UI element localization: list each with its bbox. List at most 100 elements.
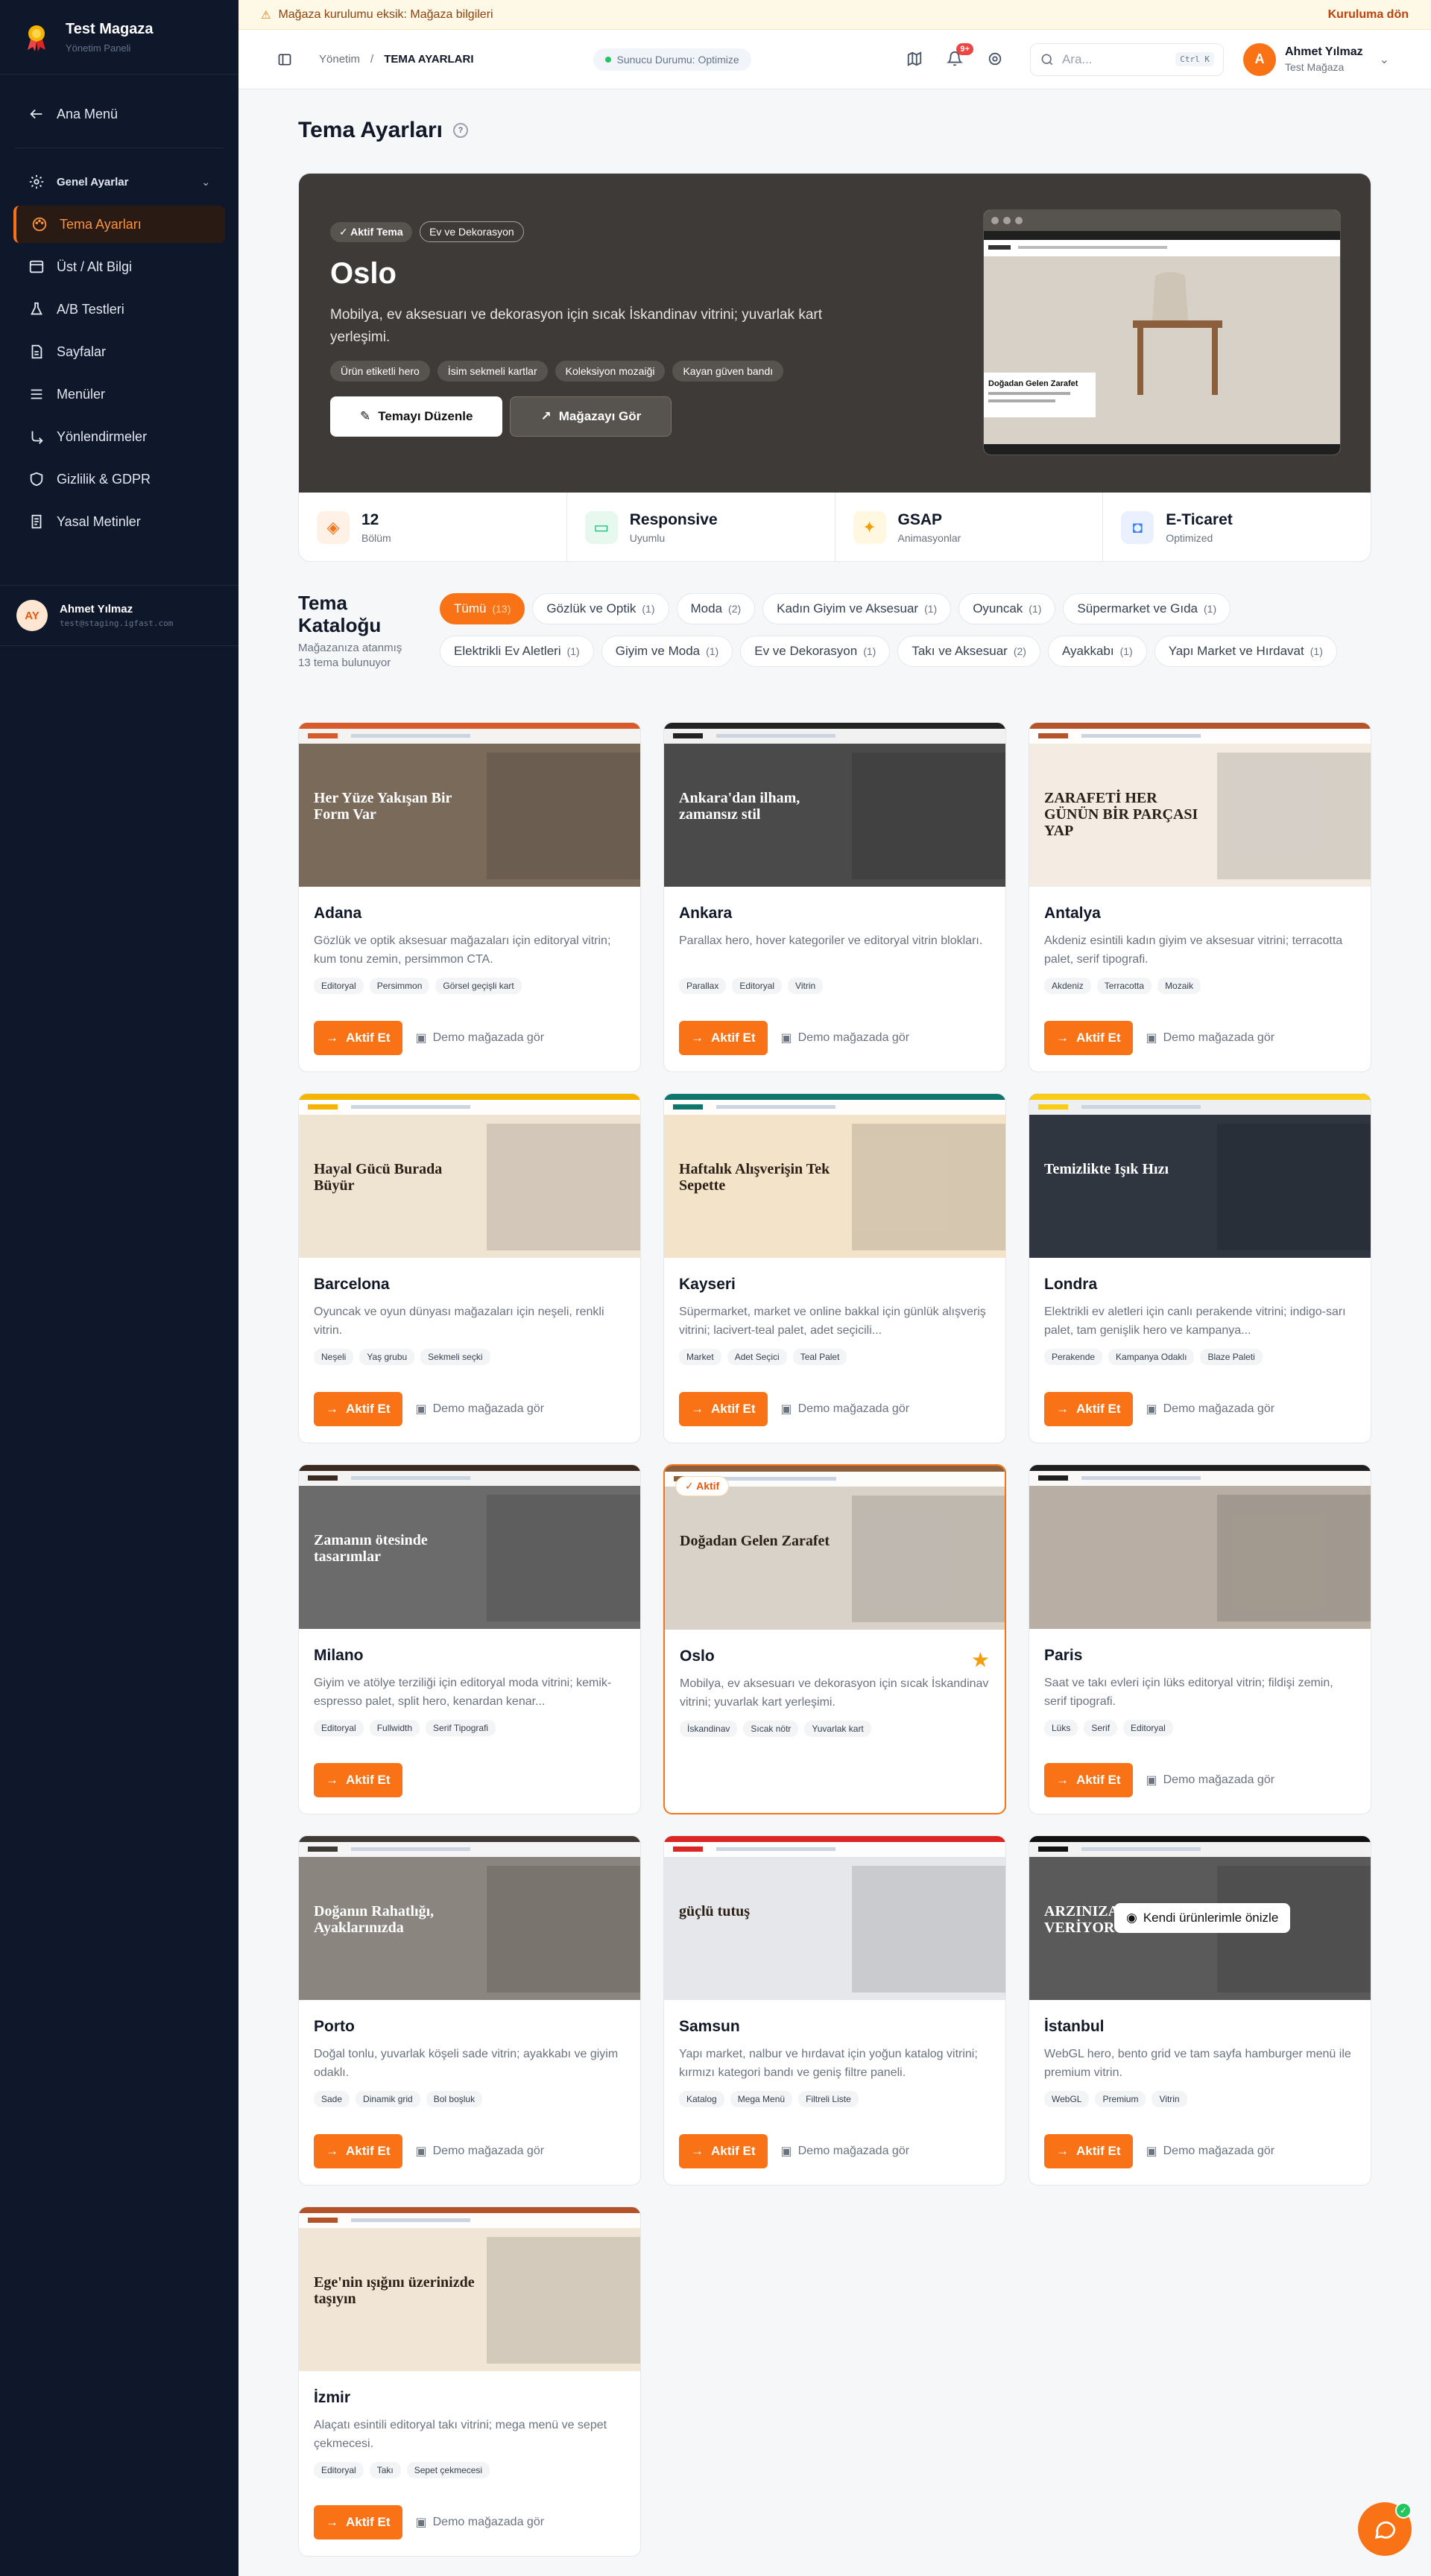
sidebar-item-1[interactable]: Tema Ayarları bbox=[13, 206, 225, 243]
theme-card[interactable]: güçlü tutuş Samsun Yapı market, nalbur ve … bbox=[663, 1835, 1006, 2186]
activate-theme-button[interactable]: → Aktif Et bbox=[314, 2134, 402, 2168]
filter-chip[interactable]: Elektrikli Ev Aletleri (1) bbox=[440, 636, 594, 667]
activate-theme-button[interactable]: → Aktif Et bbox=[679, 1392, 768, 1426]
filter-chip[interactable]: Giyim ve Moda (1) bbox=[601, 636, 733, 667]
banner-cta-link[interactable]: Kuruluma dön bbox=[1328, 8, 1409, 22]
theme-card[interactable]: Hayal Gücü Burada Büyür Barcelona Oyuncak … bbox=[298, 1093, 641, 1443]
theme-card[interactable]: ZARAFETİ HER GÜNÜN BİR PARÇASI YAP Antaly… bbox=[1029, 722, 1371, 1072]
breadcrumb-root[interactable]: Yönetim bbox=[319, 53, 360, 66]
filter-chip[interactable]: Takı ve Aksesuar (2) bbox=[897, 636, 1040, 667]
eye-icon: ◉ bbox=[1126, 1911, 1137, 1925]
preview-own-products-button[interactable]: ◉ Kendi ürünlerimle önizle bbox=[1114, 1903, 1291, 1933]
search-input[interactable]: Ara... Ctrl K bbox=[1029, 42, 1224, 76]
pencil-icon: ✎ bbox=[360, 409, 371, 423]
card-actions: → Aktif Et ▣ Demo mağazada gör bbox=[314, 2134, 625, 2168]
activate-theme-button[interactable]: → Aktif Et bbox=[1044, 1021, 1133, 1055]
activate-theme-button[interactable]: → Aktif Et bbox=[314, 2505, 402, 2539]
page-title-text: Tema Ayarları bbox=[298, 118, 443, 142]
sidebar-toggle-icon[interactable] bbox=[277, 52, 292, 67]
theme-name: İzmir bbox=[314, 2389, 351, 2406]
view-demo-link[interactable]: ▣ Demo mağazada gör bbox=[1146, 1402, 1275, 1417]
theme-card[interactable]: ARZINIZA ÖZEL VERİYORUZ ◉ Kendi ürünleriml… bbox=[1029, 1835, 1371, 2186]
store-icon: ▣ bbox=[415, 2145, 427, 2158]
theme-name: Kayseri bbox=[679, 1276, 736, 1293]
chat-button[interactable]: ✓ bbox=[1358, 2502, 1412, 2556]
activate-theme-button[interactable]: → Aktif Et bbox=[314, 1021, 402, 1055]
view-demo-link[interactable]: ▣ Demo mağazada gör bbox=[416, 1402, 545, 1417]
search-icon bbox=[1041, 54, 1053, 65]
theme-card[interactable]: Temizlikte Işık Hızı Londra Elektrikli ev … bbox=[1029, 1093, 1371, 1443]
file-icon bbox=[31, 344, 42, 359]
activate-theme-button[interactable]: → Aktif Et bbox=[679, 1021, 768, 1055]
theme-tags: Neşeli Yaş grubu Sekmeli seçki bbox=[314, 1349, 625, 1365]
map-icon[interactable] bbox=[906, 51, 924, 69]
sidebar-item-7[interactable]: Gizlilik & GDPR bbox=[13, 461, 225, 498]
theme-tag: Katalog bbox=[679, 2091, 724, 2107]
theme-description: Gözlük ve optik aksesuar mağazaları için… bbox=[314, 934, 611, 966]
sidebar-item-3[interactable]: A/B Testleri bbox=[13, 291, 225, 328]
theme-name: Adana bbox=[314, 905, 362, 922]
activate-theme-button[interactable]: → Aktif Et bbox=[1044, 2134, 1133, 2168]
filter-chip[interactable]: Moda (2) bbox=[676, 593, 756, 624]
view-demo-link[interactable]: ▣ Demo mağazada gör bbox=[1146, 2144, 1275, 2159]
bag-icon: ◘ bbox=[1121, 511, 1154, 544]
filter-chip[interactable]: Yapı Market ve Hırdavat (1) bbox=[1154, 636, 1337, 667]
theme-tag: Editoryal bbox=[314, 1720, 364, 1736]
view-demo-link[interactable]: ▣ Demo mağazada gör bbox=[1146, 1773, 1275, 1788]
stat-value: E-Ticaret bbox=[1166, 511, 1233, 528]
sidebar-item-6[interactable]: Yönlendirmeler bbox=[13, 418, 225, 455]
theme-card[interactable]: Paris Saat ve takı evleri için lüks edito… bbox=[1029, 1464, 1371, 1814]
back-to-main-menu[interactable]: Ana Menü bbox=[13, 95, 225, 133]
theme-description: Yapı market, nalbur ve hırdavat için yoğ… bbox=[679, 2048, 978, 2079]
sidebar-item-8[interactable]: Yasal Metinler bbox=[13, 503, 225, 540]
sidebar-group-general-settings[interactable]: Genel Ayarlar ⌄ bbox=[13, 163, 225, 200]
sidebar-user[interactable]: AY Ahmet Yılmaz test@staging.igfast.com bbox=[0, 585, 238, 646]
gear-icon[interactable] bbox=[987, 51, 1005, 69]
theme-card[interactable]: Doğanın Rahatlığı, Ayaklarınızda Porto Doğ… bbox=[298, 1835, 641, 2186]
theme-preview-window: Doğadan Gelen Zarafet bbox=[983, 209, 1341, 455]
back-label: Ana Menü bbox=[57, 106, 119, 121]
theme-card[interactable]: Ankara'dan ilham, zamansız stil Ankara Par… bbox=[663, 722, 1006, 1072]
edit-theme-button[interactable]: ✎ Temayı Düzenle bbox=[330, 396, 503, 437]
view-demo-link[interactable]: ▣ Demo mağazada gör bbox=[1146, 1031, 1275, 1045]
theme-card[interactable]: Doğadan Gelen Zarafet ✓ Aktif Oslo Mobilya,… bbox=[663, 1464, 1006, 1814]
sidebar-item-5[interactable]: Menüler bbox=[13, 376, 225, 413]
theme-card[interactable]: Zamanın ötesinde tasarımlar Milano Giyim v… bbox=[298, 1464, 641, 1814]
view-demo-link[interactable]: ▣ Demo mağazada gör bbox=[781, 1402, 910, 1417]
help-icon[interactable]: ? bbox=[453, 123, 468, 138]
sidebar-item-4[interactable]: Sayfalar bbox=[13, 333, 225, 370]
activate-theme-button[interactable]: → Aktif Et bbox=[1044, 1763, 1133, 1797]
view-demo-link[interactable]: ▣ Demo mağazada gör bbox=[416, 1031, 545, 1045]
activate-theme-button[interactable]: → Aktif Et bbox=[314, 1763, 402, 1797]
filter-chip[interactable]: Süpermarket ve Gıda (1) bbox=[1063, 593, 1231, 624]
theme-tags: Market Adet Seçici Teal Palet bbox=[679, 1349, 991, 1365]
theme-name: Milano bbox=[314, 1647, 364, 1664]
user-menu[interactable]: A Ahmet Yılmaz Test Mağaza ⌄ bbox=[1242, 42, 1389, 76]
activate-theme-button[interactable]: → Aktif Et bbox=[314, 1392, 402, 1426]
theme-card[interactable]: Her Yüze Yakışan Bir Form Var Adana Gözlük… bbox=[298, 722, 641, 1072]
sidebar-item-2[interactable]: Üst / Alt Bilgi bbox=[13, 248, 225, 285]
store-icon: ▣ bbox=[415, 2516, 427, 2529]
activate-theme-button[interactable]: → Aktif Et bbox=[1044, 1392, 1133, 1426]
filter-chip[interactable]: Gözlük ve Optik (1) bbox=[532, 593, 669, 624]
filter-chip[interactable]: Oyuncak (1) bbox=[958, 593, 1056, 624]
filter-chip[interactable]: Tümü (13) bbox=[440, 593, 525, 624]
filter-chip[interactable]: Kadın Giyim ve Aksesuar (1) bbox=[762, 593, 952, 624]
page-title: Tema Ayarları ? bbox=[298, 112, 1371, 149]
theme-card[interactable]: Haftalık Alışverişin Tek Sepette Kayseri S… bbox=[663, 1093, 1006, 1443]
filter-chip[interactable]: Ev ve Dekorasyon (1) bbox=[740, 636, 891, 667]
theme-card[interactable]: Ege'nin ışığını üzerinizde taşıyın İzmir A… bbox=[298, 2206, 641, 2557]
view-store-button[interactable]: ↗ Mağazayı Gör bbox=[510, 396, 672, 437]
hero-tag: Kayan güven bandı bbox=[672, 361, 784, 382]
hero-tag: İsim sekmeli kartlar bbox=[437, 361, 548, 382]
bell-icon[interactable]: 9+ bbox=[946, 42, 973, 69]
filter-chip[interactable]: Ayakkabı (1) bbox=[1047, 636, 1147, 667]
demo-label: Demo mağazada gör bbox=[797, 1402, 910, 1415]
view-demo-link[interactable]: ▣ Demo mağazada gör bbox=[416, 2515, 545, 2530]
view-demo-link[interactable]: ▣ Demo mağazada gör bbox=[416, 2144, 545, 2159]
store-icon: ▣ bbox=[1146, 1774, 1157, 1787]
view-demo-link[interactable]: ▣ Demo mağazada gör bbox=[781, 2144, 910, 2159]
activate-theme-button[interactable]: → Aktif Et bbox=[679, 2134, 768, 2168]
view-demo-link[interactable]: ▣ Demo mağazada gör bbox=[781, 1031, 910, 1045]
thumbnail-headline: Temizlikte Işık Hızı bbox=[1044, 1161, 1169, 1177]
